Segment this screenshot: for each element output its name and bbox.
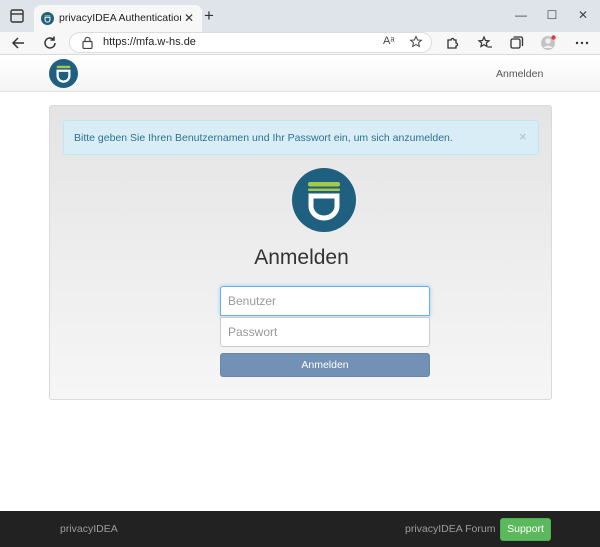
new-tab-icon[interactable]: + <box>204 7 214 25</box>
alert-close-icon[interactable]: × <box>519 129 527 144</box>
browser-tab[interactable]: privacyIDEA Authentication System ✕ <box>34 5 202 32</box>
favorite-add-icon[interactable] <box>409 35 423 49</box>
lock-icon[interactable] <box>82 36 93 49</box>
tab-close-icon[interactable]: ✕ <box>184 11 194 25</box>
browser-titlebar: privacyIDEA Authentication System ✕ + — … <box>0 0 600 32</box>
more-menu-icon[interactable] <box>573 34 591 52</box>
forum-link[interactable]: privacyIDEA Forum <box>405 523 495 535</box>
password-input[interactable] <box>220 317 430 347</box>
login-panel: Bitte geben Sie Ihren Benutzernamen und … <box>49 105 552 400</box>
page-footer: privacyIDEA privacyIDEA Forum Support <box>0 511 600 547</box>
back-icon[interactable] <box>10 34 28 52</box>
favorites-icon[interactable] <box>476 34 494 52</box>
support-button[interactable]: Support <box>500 518 551 541</box>
profile-avatar-icon[interactable] <box>539 34 557 52</box>
login-heading: Anmelden <box>254 246 349 269</box>
tab-title: privacyIDEA Authentication System <box>59 12 181 24</box>
page-navbar: Anmelden <box>0 56 600 92</box>
privacyidea-main-logo-icon <box>292 168 356 232</box>
collections-icon[interactable] <box>507 34 525 52</box>
tab-actions-icon[interactable] <box>8 8 26 24</box>
minimize-icon[interactable]: — <box>511 6 531 24</box>
privacyidea-logo-icon[interactable] <box>49 59 78 88</box>
footer-brand: privacyIDEA <box>60 523 118 535</box>
browser-toolbar: https://mfa.w-hs.de Aᵃ <box>0 32 600 55</box>
privacyidea-favicon-icon <box>41 12 54 25</box>
username-input[interactable] <box>220 286 430 316</box>
refresh-icon[interactable] <box>41 34 59 52</box>
close-window-icon[interactable]: ✕ <box>573 6 593 24</box>
url-text[interactable]: https://mfa.w-hs.de <box>103 36 196 48</box>
login-button[interactable]: Anmelden <box>220 353 430 377</box>
maximize-icon[interactable]: ☐ <box>542 6 562 24</box>
read-aloud-icon[interactable]: Aᵃ <box>383 35 394 47</box>
navbar-login-link[interactable]: Anmelden <box>496 68 543 80</box>
address-bar[interactable]: https://mfa.w-hs.de Aᵃ <box>69 32 432 53</box>
info-alert: Bitte geben Sie Ihren Benutzernamen und … <box>63 120 539 155</box>
alert-message: Bitte geben Sie Ihren Benutzernamen und … <box>74 132 453 144</box>
extensions-icon[interactable] <box>443 34 461 52</box>
